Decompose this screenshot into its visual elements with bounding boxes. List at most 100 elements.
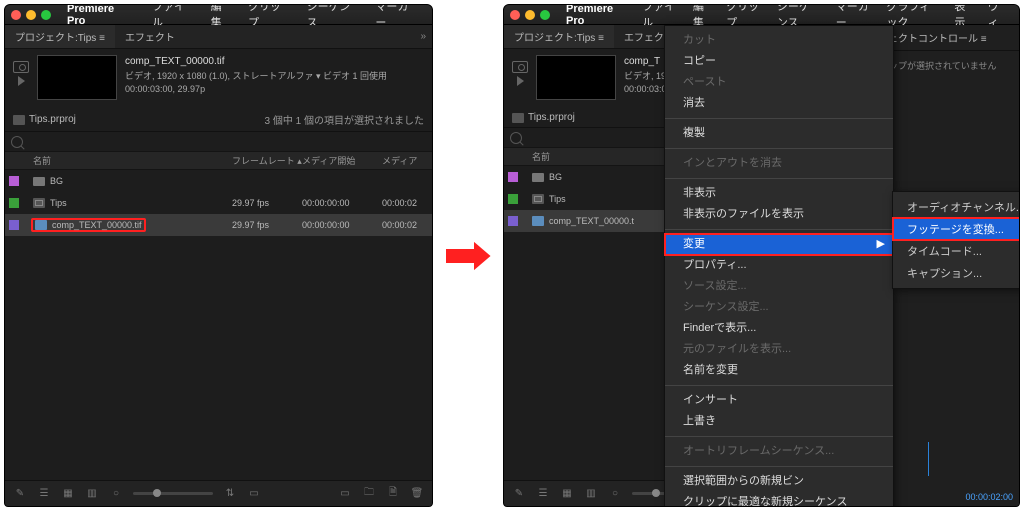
zoom-dot-icon: ○ (608, 487, 622, 501)
menu-separator (665, 148, 893, 149)
menu-separator (665, 436, 893, 437)
sort-icon[interactable]: ⇅ (223, 487, 237, 501)
col-name[interactable]: 名前 (33, 154, 232, 167)
camera-icon (512, 61, 528, 73)
clip-thumbnail[interactable] (536, 55, 616, 100)
menu-item[interactable]: 選択範囲からの新規ビン (665, 471, 893, 492)
item-framerate: 29.97 fps (232, 220, 302, 230)
menu-item[interactable]: 非表示 (665, 183, 893, 204)
project-item-row[interactable]: BG (5, 170, 432, 192)
submenu-item: キャプション... (893, 262, 1020, 284)
clip-meta-line: 00:00:03:00, 29.97p (125, 83, 387, 96)
tab-project[interactable]: プロジェクト:Tips ≡ (5, 25, 115, 48)
menu-item: インとアウトを消去 (665, 153, 893, 174)
search-row (5, 132, 432, 152)
pen-icon[interactable]: ✎ (512, 487, 526, 501)
list-view-icon[interactable]: ☰ (37, 487, 51, 501)
folder-icon[interactable]: 🗀 (362, 487, 376, 501)
menu-item: ペースト (665, 72, 893, 93)
label-swatch (508, 216, 518, 226)
col-framerate[interactable]: フレームレート ▴ (232, 154, 302, 167)
menu-item[interactable]: 非表示のファイルを表示 (665, 204, 893, 225)
item-name: BG (549, 172, 562, 182)
menu-item[interactable]: 上書き (665, 411, 893, 432)
item-name: Tips (549, 194, 566, 204)
new-bin-icon[interactable]: ▭ (338, 487, 352, 501)
seq-icon (33, 198, 45, 208)
menu-separator (665, 466, 893, 467)
zoom-dot-icon: ○ (109, 487, 123, 501)
menu-item[interactable]: インサート (665, 390, 893, 411)
menu-item: シーケンス設定... (665, 297, 893, 318)
panel-tabs: プロジェクト:Tips ≡ エフェクト » (5, 25, 432, 49)
list-view-icon[interactable]: ☰ (536, 487, 550, 501)
pen-icon[interactable]: ✎ (13, 487, 27, 501)
project-item-row[interactable]: Tips29.97 fps00:00:00:0000:00:02 (5, 192, 432, 214)
project-file-row[interactable]: Tips.prproj 3 個中 1 個の項目が選択されました (5, 108, 432, 132)
selection-status: 3 個中 1 個の項目が選択されました (265, 112, 424, 127)
item-media-end: 00:00:02 (382, 198, 428, 208)
new-item-icon[interactable]: 🗎 (386, 487, 400, 501)
project-filename: Tips.prproj (29, 114, 76, 125)
tab-project[interactable]: プロジェクト:Tips ≡ (504, 25, 614, 48)
minimize-icon[interactable] (525, 10, 535, 20)
panel-menu-icon[interactable]: » (414, 31, 432, 42)
freeform-view-icon[interactable]: ▥ (584, 487, 598, 501)
zoom-icon[interactable] (540, 10, 550, 20)
freeform-view-icon[interactable]: ▥ (85, 487, 99, 501)
menu-item[interactable]: 変更▶ (665, 234, 893, 255)
close-icon[interactable] (11, 10, 21, 20)
tab-effects[interactable]: エフェクト (115, 25, 185, 48)
menu-separator (665, 385, 893, 386)
menu-separator (665, 118, 893, 119)
menu-item[interactable]: コピー (665, 51, 893, 72)
label-swatch (508, 172, 518, 182)
minimize-icon[interactable] (26, 10, 36, 20)
close-icon[interactable] (510, 10, 520, 20)
trash-icon[interactable]: 🗑 (410, 487, 424, 501)
icon-view-icon[interactable]: ▦ (560, 487, 574, 501)
app-name: Premiere Pro (67, 4, 134, 27)
submenu-item[interactable]: フッテージを変換... (893, 218, 1020, 240)
folder-icon (33, 177, 45, 186)
zoom-slider[interactable] (133, 492, 213, 495)
menu-item: オートリフレームシーケンス... (665, 441, 893, 462)
premiere-window-left: Premiere Pro ファイル編集クリップシーケンスマーカー プロジェクト:… (4, 4, 433, 507)
item-name: comp_TEXT_00000.t (549, 216, 634, 226)
search-icon[interactable] (11, 136, 23, 148)
timeline-playhead[interactable] (928, 442, 929, 476)
menu-separator (665, 178, 893, 179)
project-filename: Tips.prproj (528, 112, 575, 123)
col-media-start[interactable]: メディア開始 (302, 154, 382, 167)
item-media-start: 00:00:00:00 (302, 198, 382, 208)
context-menu[interactable]: カットコピーペースト消去複製インとアウトを消去非表示非表示のファイルを表示変更▶… (664, 25, 894, 507)
submenu-item: オーディオチャンネル... (893, 196, 1020, 218)
window-controls[interactable] (11, 10, 51, 20)
project-item-row[interactable]: comp_TEXT_00000.tif29.97 fps00:00:00:000… (5, 214, 432, 236)
menu-item[interactable]: 消去 (665, 93, 893, 114)
play-icon[interactable] (517, 76, 524, 86)
zoom-icon[interactable] (41, 10, 51, 20)
menu-item: カット (665, 30, 893, 51)
window-controls[interactable] (510, 10, 550, 20)
menu-item[interactable]: プロパティ... (665, 255, 893, 276)
play-icon[interactable] (18, 76, 25, 86)
auto-match-icon[interactable]: ▭ (247, 487, 261, 501)
clip-info: comp_TEXT_00000.tif ビデオ, 1920 x 1080 (1.… (5, 49, 432, 108)
menu-item[interactable]: 名前を変更 (665, 360, 893, 381)
menu-item[interactable]: クリップに最適な新規シーケンス (665, 492, 893, 507)
window-titlebar: Premiere Pro ファイル編集クリップシーケンスマーカー (5, 5, 432, 25)
menu-item[interactable]: Finderで表示... (665, 318, 893, 339)
list-header[interactable]: 名前 フレームレート ▴ メディア開始 メディア (5, 152, 432, 170)
item-media-end: 00:00:02 (382, 220, 428, 230)
menu-item[interactable]: 複製 (665, 123, 893, 144)
submenu-item[interactable]: タイムコード... (893, 240, 1020, 262)
modify-submenu[interactable]: オーディオチャンネル...フッテージを変換...タイムコード...キャプション.… (892, 191, 1020, 289)
clip-name: comp_TEXT_00000.tif (125, 55, 387, 68)
clip-thumbnail[interactable] (37, 55, 117, 100)
icon-view-icon[interactable]: ▦ (61, 487, 75, 501)
col-media-end[interactable]: メディア (382, 154, 428, 167)
project-icon (13, 115, 25, 125)
search-icon[interactable] (510, 132, 522, 144)
menu-item: 元のファイルを表示... (665, 339, 893, 360)
